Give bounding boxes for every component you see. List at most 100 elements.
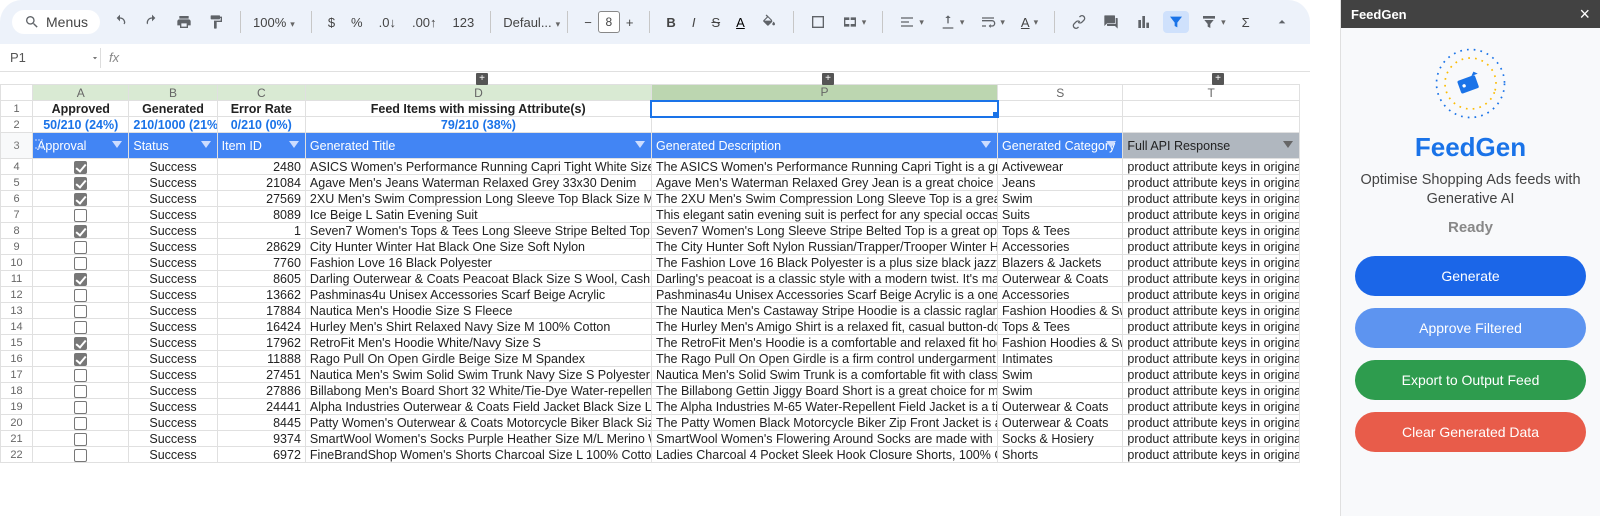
approval-cell[interactable] bbox=[33, 255, 129, 271]
title-cell[interactable]: Billabong Men's Board Short 32 White/Tie… bbox=[305, 383, 651, 399]
halign-button[interactable] bbox=[895, 10, 928, 34]
row-number[interactable]: 9 bbox=[1, 239, 33, 255]
checkbox[interactable] bbox=[74, 161, 87, 174]
font-select[interactable]: Defaul... bbox=[503, 15, 555, 30]
title-cell[interactable]: FineBrandShop Women's Shorts Charcoal Si… bbox=[305, 447, 651, 463]
api-cell[interactable]: product attribute keys in original t bbox=[1123, 367, 1300, 383]
approval-cell[interactable] bbox=[33, 287, 129, 303]
status-cell[interactable]: Success bbox=[129, 383, 217, 399]
desc-cell[interactable]: Darling's peacoat is a classic style wit… bbox=[651, 271, 997, 287]
approval-cell[interactable] bbox=[33, 191, 129, 207]
itemid-cell[interactable]: 1 bbox=[217, 223, 305, 239]
checkbox[interactable] bbox=[74, 337, 87, 350]
cat-cell[interactable]: Tops & Tees bbox=[998, 319, 1123, 335]
approval-cell[interactable] bbox=[33, 399, 129, 415]
font-size-decr[interactable]: − bbox=[580, 11, 596, 34]
cat-cell[interactable]: Socks & Hosiery bbox=[998, 431, 1123, 447]
fmt-decr-decimal[interactable]: .0↓ bbox=[375, 11, 400, 34]
approval-cell[interactable] bbox=[33, 415, 129, 431]
title-cell[interactable]: 2XU Men's Swim Compression Long Sleeve T… bbox=[305, 191, 651, 207]
col-header[interactable]: B bbox=[129, 85, 217, 101]
cat-cell[interactable]: Tops & Tees bbox=[998, 223, 1123, 239]
generate-button[interactable]: Generate bbox=[1355, 256, 1586, 296]
status-cell[interactable]: Success bbox=[129, 303, 217, 319]
cat-cell[interactable]: Intimates bbox=[998, 351, 1123, 367]
row-number[interactable]: 17 bbox=[1, 367, 33, 383]
cat-cell[interactable]: Suits bbox=[998, 207, 1123, 223]
row-number[interactable]: 8 bbox=[1, 223, 33, 239]
status-cell[interactable]: Success bbox=[129, 431, 217, 447]
title-cell[interactable]: Hurley Men's Shirt Relaxed Navy Size M 1… bbox=[305, 319, 651, 335]
filter-button[interactable] bbox=[1163, 11, 1189, 33]
title-cell[interactable]: Ice Beige L Satin Evening Suit bbox=[305, 207, 651, 223]
valign-button[interactable] bbox=[936, 10, 969, 34]
approval-cell[interactable] bbox=[33, 383, 129, 399]
filterviews-button[interactable] bbox=[1197, 10, 1230, 34]
checkbox[interactable] bbox=[74, 241, 87, 254]
itemid-cell[interactable]: 8445 bbox=[217, 415, 305, 431]
title-cell[interactable]: Nautica Men's Swim Solid Swim Trunk Navy… bbox=[305, 367, 651, 383]
api-cell[interactable]: product attribute keys in original t bbox=[1123, 207, 1300, 223]
row-number[interactable]: 14 bbox=[1, 319, 33, 335]
row-number[interactable]: 20 bbox=[1, 415, 33, 431]
status-cell[interactable]: Success bbox=[129, 223, 217, 239]
itemid-cell[interactable]: 8089 bbox=[217, 207, 305, 223]
stat-missing-v[interactable]: 79/210 (38%) bbox=[305, 117, 651, 133]
itemid-cell[interactable]: 6972 bbox=[217, 447, 305, 463]
itemid-cell[interactable]: 17962 bbox=[217, 335, 305, 351]
status-cell[interactable]: Success bbox=[129, 399, 217, 415]
itemid-cell[interactable]: 11888 bbox=[217, 351, 305, 367]
checkbox[interactable] bbox=[74, 385, 87, 398]
status-cell[interactable]: Success bbox=[129, 255, 217, 271]
status-cell[interactable]: Success bbox=[129, 175, 217, 191]
status-cell[interactable]: Success bbox=[129, 287, 217, 303]
stat-approved-h[interactable]: Approved bbox=[33, 101, 129, 117]
title-cell[interactable]: RetroFit Men's Hoodie White/Navy Size S bbox=[305, 335, 651, 351]
itemid-cell[interactable]: 27451 bbox=[217, 367, 305, 383]
checkbox[interactable] bbox=[74, 401, 87, 414]
col-header[interactable]: T bbox=[1123, 85, 1300, 101]
row-number[interactable]: 22 bbox=[1, 447, 33, 463]
api-cell[interactable]: product attribute keys in original t bbox=[1123, 415, 1300, 431]
desc-cell[interactable]: The City Hunter Soft Nylon Russian/Trapp… bbox=[651, 239, 997, 255]
approval-cell[interactable] bbox=[33, 303, 129, 319]
title-cell[interactable]: Fashion Love 16 Black Polyester bbox=[305, 255, 651, 271]
filter-gdesc[interactable]: Generated Description bbox=[651, 133, 997, 159]
desc-cell[interactable]: The Hurley Men's Amigo Shirt is a relaxe… bbox=[651, 319, 997, 335]
collapse-toolbar[interactable] bbox=[1272, 12, 1292, 32]
name-box[interactable]: P1 bbox=[0, 50, 90, 65]
row-number[interactable]: 2 bbox=[1, 117, 33, 133]
stat-missing-h[interactable]: Feed Items with missing Attribute(s) bbox=[305, 101, 651, 117]
cell[interactable] bbox=[998, 101, 1123, 117]
desc-cell[interactable]: Agave Men's Waterman Relaxed Grey Jean i… bbox=[651, 175, 997, 191]
row-number[interactable]: 7 bbox=[1, 207, 33, 223]
approval-cell[interactable] bbox=[33, 431, 129, 447]
approval-cell[interactable] bbox=[33, 271, 129, 287]
filter-gtitle[interactable]: Generated Title bbox=[305, 133, 651, 159]
redo-button[interactable] bbox=[140, 10, 164, 34]
fmt-percent[interactable]: % bbox=[347, 11, 367, 34]
checkbox[interactable] bbox=[74, 193, 87, 206]
approval-cell[interactable] bbox=[33, 367, 129, 383]
col-header[interactable]: P bbox=[651, 85, 997, 101]
api-cell[interactable]: product attribute keys in original t bbox=[1123, 431, 1300, 447]
checkbox[interactable] bbox=[74, 369, 87, 382]
api-cell[interactable]: product attribute keys in original t bbox=[1123, 223, 1300, 239]
row-number[interactable]: 13 bbox=[1, 303, 33, 319]
checkbox[interactable] bbox=[74, 257, 87, 270]
cat-cell[interactable]: Fashion Hoodies & Swea bbox=[998, 303, 1123, 319]
desc-cell[interactable]: The Fashion Love 16 Black Polyester is a… bbox=[651, 255, 997, 271]
stat-approved-v[interactable]: 50/210 (24%) bbox=[33, 117, 129, 133]
desc-cell[interactable]: The Billabong Gettin Jiggy Board Short i… bbox=[651, 383, 997, 399]
api-cell[interactable]: product attribute keys in original t bbox=[1123, 303, 1300, 319]
itemid-cell[interactable]: 21084 bbox=[217, 175, 305, 191]
zoom-select[interactable]: 100% bbox=[253, 15, 299, 30]
merge-button[interactable] bbox=[838, 10, 871, 34]
filter-itemid[interactable]: Item ID bbox=[217, 133, 305, 159]
cat-cell[interactable]: Fashion Hoodies & Swea bbox=[998, 335, 1123, 351]
cat-cell[interactable]: Shorts bbox=[998, 447, 1123, 463]
status-cell[interactable]: Success bbox=[129, 159, 217, 175]
col-header[interactable]: A bbox=[33, 85, 129, 101]
chart-button[interactable] bbox=[1131, 10, 1155, 34]
cat-cell[interactable]: Swim bbox=[998, 367, 1123, 383]
